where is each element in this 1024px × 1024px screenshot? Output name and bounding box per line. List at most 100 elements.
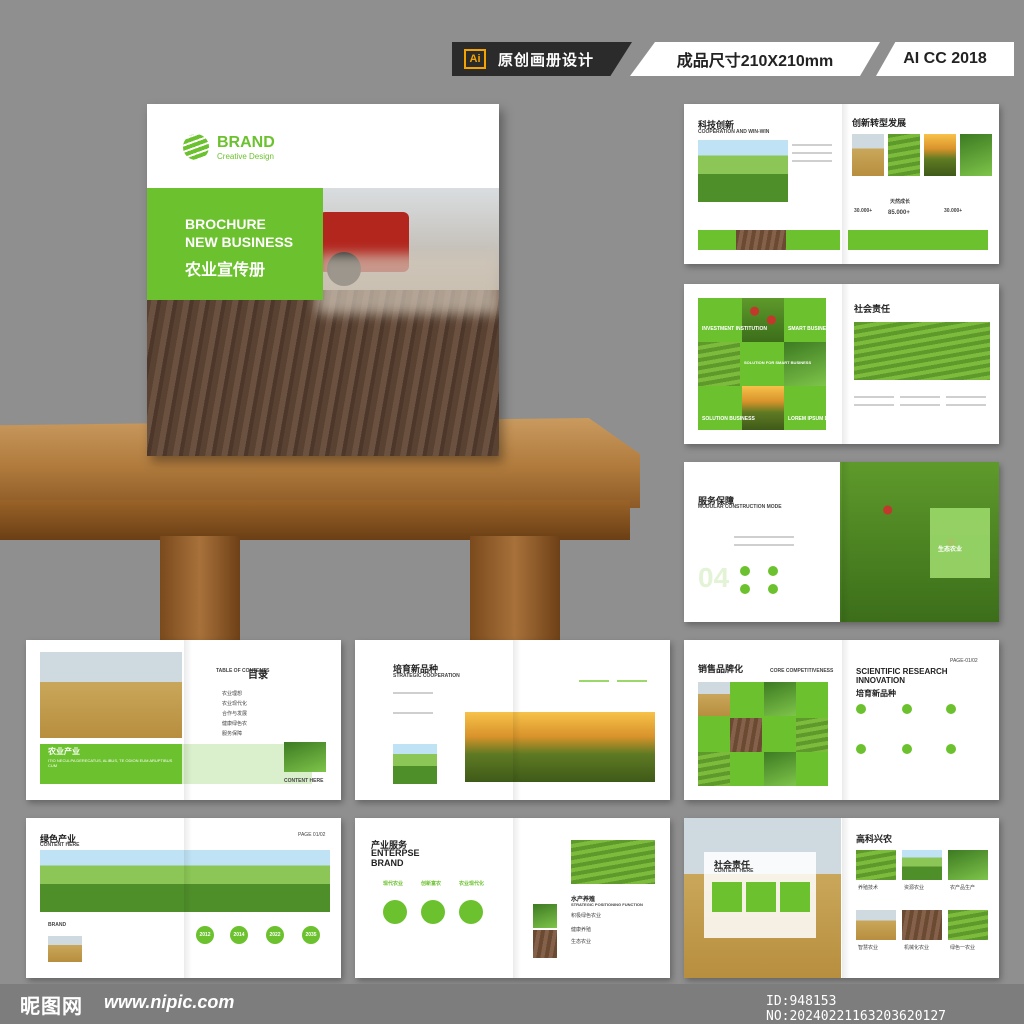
text-line: [946, 396, 986, 398]
service-label: 现代农业: [383, 881, 404, 887]
spread-right-title: 创新转型发展: [852, 118, 907, 128]
size-tag: 成品尺寸210X210mm: [630, 42, 880, 76]
design-type-label: 原创画册设计: [498, 51, 595, 69]
green-overlay-box: [930, 508, 990, 578]
field-sunset-photo: [742, 386, 784, 430]
step-dot: [768, 566, 778, 576]
feature-icon: [902, 744, 912, 754]
step-dot: [768, 584, 778, 594]
green-strip: [848, 230, 988, 250]
year-circle: 2012: [196, 926, 214, 944]
green-tile: [780, 882, 810, 912]
page-number: PAGE-01/02: [950, 658, 978, 664]
tile-photo: [948, 910, 988, 940]
feature-icon: [856, 744, 866, 754]
grid-label: SOLUTION BUSINESS: [702, 416, 755, 422]
farm-aerial-photo: [698, 342, 740, 386]
banner-title: 农业产业: [48, 747, 80, 756]
farmer-photo: [764, 682, 796, 716]
produce-photo: [533, 930, 557, 958]
spread-industry-service: 产业服务 ENTERPSE BRAND 现代农业 创新富农 农业现代化 水产养殖…: [355, 818, 670, 978]
service-icon: [421, 900, 445, 924]
banner-subtitle: ITIO NECULPA DERECATUS, ALIBUS, TE ODION…: [48, 758, 173, 768]
green-photo: [764, 752, 796, 786]
item-label: 健康养殖: [571, 927, 592, 933]
crop-rows-photo: [571, 840, 655, 884]
image-id: ID:948153 NO:20240221163203620127: [766, 994, 947, 1024]
brand-logo-icon: [183, 134, 209, 160]
section-number: 04: [698, 562, 730, 593]
soil-photo: [730, 718, 762, 752]
cover-title-cn: 农业宣传册: [185, 262, 266, 279]
cover-dust: [317, 254, 499, 314]
text-line: [579, 680, 609, 682]
spread-title: 销售品牌化: [698, 664, 744, 674]
version-tag: AI CC 2018: [876, 42, 1014, 76]
tile-label: 智慧农业: [858, 945, 879, 951]
service-icon: [459, 900, 483, 924]
spread-title: 社会责任: [854, 304, 891, 314]
feature-icon: [856, 704, 866, 714]
grass-photo: [533, 904, 557, 928]
item-label: 积极绿色农业: [571, 913, 602, 919]
spread-title-en: BRAND: [371, 858, 404, 868]
spread-service-guarantee: 服务保障 MODULAR CONSTRUCTION MODE 04 生态农业: [684, 462, 999, 622]
green-tile: [746, 882, 776, 912]
text-line: [792, 160, 832, 162]
orange-tree-photo: [742, 298, 784, 342]
page-number: PAGE 01/02: [298, 832, 326, 838]
table-leg: [470, 536, 560, 646]
table-leg: [160, 536, 240, 646]
item-label: 生态农业: [571, 939, 592, 945]
grid-label: SMART BUSINESS: [788, 326, 833, 332]
tile-photo: [902, 850, 942, 880]
cover-title-line-2: NEW BUSINESS: [185, 233, 294, 250]
terrace-photo: [888, 134, 920, 176]
feature-icon: [902, 704, 912, 714]
brand-tagline: Creative Design: [217, 152, 274, 161]
text-line: [854, 404, 894, 406]
harvester-small-photo: [48, 936, 82, 962]
toc-item: 服务保障: [222, 731, 243, 737]
site-url[interactable]: www.nipic.com: [104, 992, 234, 1013]
overlay-title: 生态农业: [938, 547, 963, 553]
year-circle: 2014: [230, 926, 248, 944]
toc-label-cn: 目录: [248, 670, 268, 681]
spread-right-title-cn: 培育新品种: [856, 689, 896, 698]
site-name: 昵图网: [20, 996, 83, 1018]
tile-label: 绿色一农业: [950, 945, 976, 951]
green-tile: [712, 882, 742, 912]
feature-icon: [946, 704, 956, 714]
soil-photo: [736, 230, 786, 250]
field-photo: [698, 752, 730, 786]
stat-value: 85.000+: [888, 210, 910, 216]
text-line: [792, 152, 832, 154]
cover-title-en: BROCHURE NEW BUSINESS: [185, 216, 293, 251]
tile-label: 养殖技术: [858, 885, 879, 891]
cover-field-photo: [147, 290, 499, 456]
design-type-tag: Ai 原创画册设计: [452, 42, 632, 76]
step-dot: [740, 566, 750, 576]
text-line: [393, 712, 433, 714]
spread-right-title-en: SCIENTIFIC RESEARCH INNOVATION: [856, 667, 948, 685]
text-line: [734, 544, 794, 546]
text-line: [900, 404, 940, 406]
text-line: [946, 404, 986, 406]
tea-field-photo: [698, 140, 788, 202]
step-dot: [740, 584, 750, 594]
sunset-photo: [924, 134, 956, 176]
table-front-edge: [0, 500, 630, 540]
stat-note: 天然成长: [890, 199, 911, 205]
illustrator-icon: Ai: [464, 49, 486, 69]
spread-subtitle: CORE COMPETITIVENESS: [770, 668, 834, 674]
spread-subtitle: COOPERATION AND WIN-WIN: [698, 129, 770, 135]
tile-photo: [902, 910, 942, 940]
text-line: [792, 144, 832, 146]
service-label: 创新富农: [421, 881, 442, 887]
brand-mark: BRAND: [48, 922, 67, 928]
grid-label: SOLUTION FOR SMART BUSINESS: [744, 360, 812, 365]
year-circle: 2022: [266, 926, 284, 944]
grain-photo: [852, 134, 884, 176]
grid-label: INVESTMENT INSTITUTION: [702, 326, 767, 332]
toc-item: 农业现代化: [222, 701, 248, 707]
